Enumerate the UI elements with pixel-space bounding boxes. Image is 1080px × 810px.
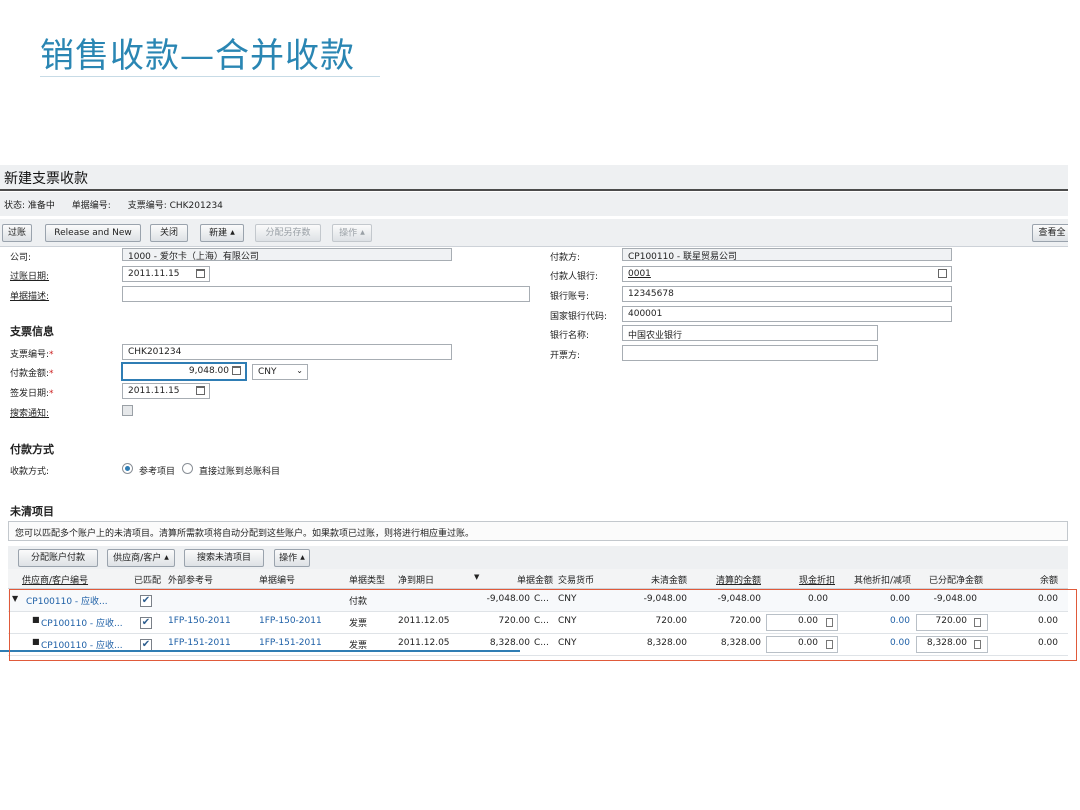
col-balance[interactable]: 余额 (1008, 573, 1058, 586)
radio-direct-label: 直接过账到总账科目 (199, 467, 281, 477)
issue-date-label-text: 签发日期: (10, 389, 50, 399)
open-items-info: 您可以匹配多个账户上的未清项目。清算所需款项将自动分配到这些账户。如果款项已过账… (8, 521, 1068, 541)
amount-value: 9,048.00 (188, 366, 229, 376)
desc-field[interactable] (122, 286, 530, 302)
amount-field[interactable]: 9,048.00 (121, 362, 247, 381)
notify-label: 搜索通知: (10, 409, 50, 419)
company-field[interactable]: 1000 - 爱尔卡（上海）有限公司 (122, 248, 452, 261)
col-other-disc[interactable]: 其他折扣/减项 (838, 573, 911, 586)
bank-account-label: 银行账号: (550, 292, 590, 302)
required-marker: * (49, 350, 54, 360)
title-divider (40, 76, 380, 77)
grid-header: 供应商/客户编号 已匹配 外部参考号 单据编号 单据类型 净到期日 ▼ 单据金额… (8, 569, 1068, 589)
issue-date-label: 签发日期:* (10, 386, 54, 399)
required-marker: * (49, 369, 54, 379)
issue-date-field[interactable]: 2011.11.15 (122, 383, 210, 399)
bank-name-field[interactable]: 中国农业银行 (622, 325, 878, 341)
country-bank-field[interactable]: 400001 (622, 306, 952, 322)
payer-bank-label: 付款人银行: (550, 272, 599, 282)
col-ext-ref[interactable]: 外部参考号 (168, 573, 213, 586)
col-matched[interactable]: 已匹配 (134, 573, 161, 586)
notify-checkbox[interactable] (122, 405, 133, 416)
calculator-icon[interactable] (232, 366, 241, 375)
col-cash-disc[interactable]: 现金折扣 (773, 573, 835, 586)
issue-date-value: 2011.11.15 (128, 386, 180, 396)
desc-label: 单据描述: (10, 292, 50, 302)
window-title: 新建支票收款 (0, 165, 1068, 191)
method-label: 收款方式: (10, 467, 50, 477)
dropdown-triangle-icon: ▲ (230, 229, 235, 236)
close-button[interactable]: 关闭 (150, 224, 188, 242)
status-cheque-no: 支票编号: CHK201234 (127, 201, 223, 211)
company-label: 公司: (10, 253, 32, 263)
col-cleared[interactable]: 清算的金额 (693, 573, 761, 586)
post-date-value: 2011.11.15 (128, 269, 180, 279)
col-net-assigned[interactable]: 已分配净金额 (913, 573, 983, 586)
currency-value: CNY (258, 367, 277, 377)
payer-bank-field[interactable]: 0001 (622, 266, 952, 282)
status-state: 状态: 准备中 (4, 201, 55, 211)
col-due-date[interactable]: 净到期日 (398, 573, 434, 586)
calendar-icon[interactable] (196, 269, 205, 278)
payment-section-title: 付款方式 (10, 443, 54, 456)
dropdown-triangle-icon: ▲ (360, 229, 365, 236)
slide-title: 销售收款—合并收款 (40, 36, 355, 76)
post-date-field[interactable]: 2011.11.15 (122, 266, 210, 282)
dropdown-triangle-icon: ▲ (300, 554, 305, 561)
amount-label: 付款金额:* (10, 366, 54, 379)
highlight-box (9, 589, 1077, 661)
open-items-title: 未清项目 (10, 505, 54, 518)
payer-label: 付款方: (550, 253, 581, 263)
grid-actions-button[interactable]: 操作 ▲ (274, 549, 310, 567)
new-label: 新建 (209, 228, 228, 239)
cheque-no-label: 支票编号:* (10, 347, 54, 360)
col-account[interactable]: 供应商/客户编号 (22, 573, 88, 586)
main-toolbar: 过账 Release and New 关闭 新建 ▲ 分配另存数 操作 ▲ 查看全 (0, 219, 1068, 247)
status-bar: 状态: 准备中 单据编号: 支票编号: CHK201234 (0, 192, 1068, 216)
payer-bank-value: 0001 (628, 269, 651, 279)
actions-label: 操作 (339, 228, 358, 239)
vendor-customer-button[interactable]: 供应商/客户 ▲ (107, 549, 175, 567)
grid-toolbar: 分配账户付款 供应商/客户 ▲ 搜索未清项目 操作 ▲ (8, 546, 1068, 570)
calendar-icon[interactable] (196, 386, 205, 395)
issuer-field[interactable] (622, 345, 878, 361)
col-doc-currency[interactable]: 交易货币 (558, 573, 594, 586)
required-marker: * (49, 389, 54, 399)
payer-field[interactable]: CP100110 - 联星贸易公司 (622, 248, 952, 261)
cheque-section-title: 支票信息 (10, 325, 54, 338)
issuer-label: 开票方: (550, 351, 581, 361)
currency-select[interactable]: CNY ⌄ (252, 364, 308, 380)
amount-label-text: 付款金额: (10, 369, 50, 379)
col-doc-amount[interactable]: 单据金额 (493, 573, 553, 586)
status-doc-no: 单据编号: (71, 201, 111, 211)
dropdown-triangle-icon: ▲ (164, 554, 169, 561)
release-new-button[interactable]: Release and New (45, 224, 141, 242)
sort-icon[interactable]: ▼ (474, 573, 479, 581)
post-button[interactable]: 过账 (2, 224, 32, 242)
new-button[interactable]: 新建 ▲ (200, 224, 244, 242)
col-doc-no[interactable]: 单据编号 (259, 573, 295, 586)
grid-actions-label: 操作 (279, 553, 298, 564)
radio-direct[interactable] (182, 463, 193, 474)
chevron-down-icon: ⌄ (296, 366, 303, 375)
assign-account-payment-button[interactable]: 分配账户付款 (18, 549, 98, 567)
radio-reference[interactable] (122, 463, 133, 474)
country-bank-label: 国家银行代码: (550, 312, 608, 322)
col-open-amount[interactable]: 未清金额 (623, 573, 687, 586)
vendor-customer-label: 供应商/客户 (113, 553, 162, 564)
bank-name-label: 银行名称: (550, 331, 590, 341)
assign-save-button[interactable]: 分配另存数 (255, 224, 321, 242)
cheque-no-field[interactable]: CHK201234 (122, 344, 452, 360)
actions-button[interactable]: 操作 ▲ (332, 224, 372, 242)
bank-account-field[interactable]: 12345678 (622, 286, 952, 302)
search-open-items-button[interactable]: 搜索未清项目 (184, 549, 264, 567)
view-all-button[interactable]: 查看全 (1032, 224, 1068, 242)
col-doc-type[interactable]: 单据类型 (349, 573, 385, 586)
cheque-no-label-text: 支票编号: (10, 350, 50, 360)
value-help-icon[interactable] (938, 269, 947, 278)
radio-reference-label: 参考项目 (139, 467, 176, 477)
post-date-label: 过账日期: (10, 272, 50, 282)
